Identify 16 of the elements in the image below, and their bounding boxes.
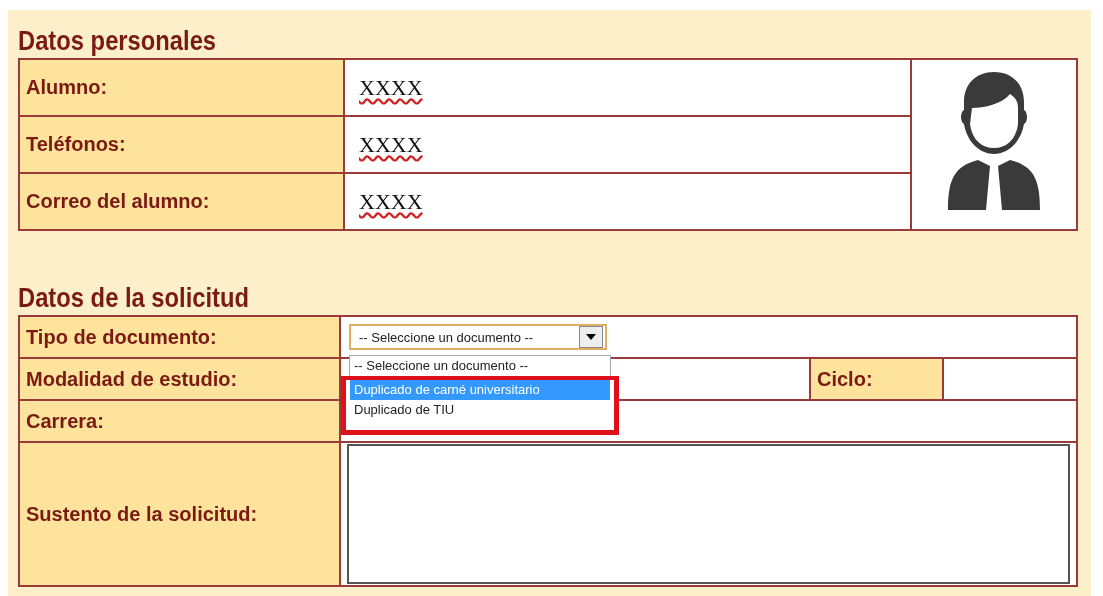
field-label: Correo del alumno: <box>19 173 344 230</box>
field-label: Alumno: <box>19 59 344 116</box>
field-label: Modalidad de estudio: <box>19 358 340 400</box>
field-value: XXXX <box>359 131 423 157</box>
field-label: Sustento de la solicitud: <box>19 442 340 586</box>
field-label: Carrera: <box>19 400 340 442</box>
document-select[interactable]: -- Seleccione un documento -- <box>349 324 607 350</box>
section-title: Datos personales <box>18 25 218 58</box>
text-area[interactable] <box>347 444 1070 584</box>
caret-icon <box>586 334 596 340</box>
section-title: Datos de la solicitud <box>18 282 251 315</box>
field-label: Tipo de documento: <box>19 316 340 358</box>
field-label: Ciclo: <box>810 358 943 400</box>
field-value: XXXX <box>359 74 423 100</box>
field-label: Teléfonos: <box>19 116 344 173</box>
field-value: XXXX <box>359 188 423 214</box>
